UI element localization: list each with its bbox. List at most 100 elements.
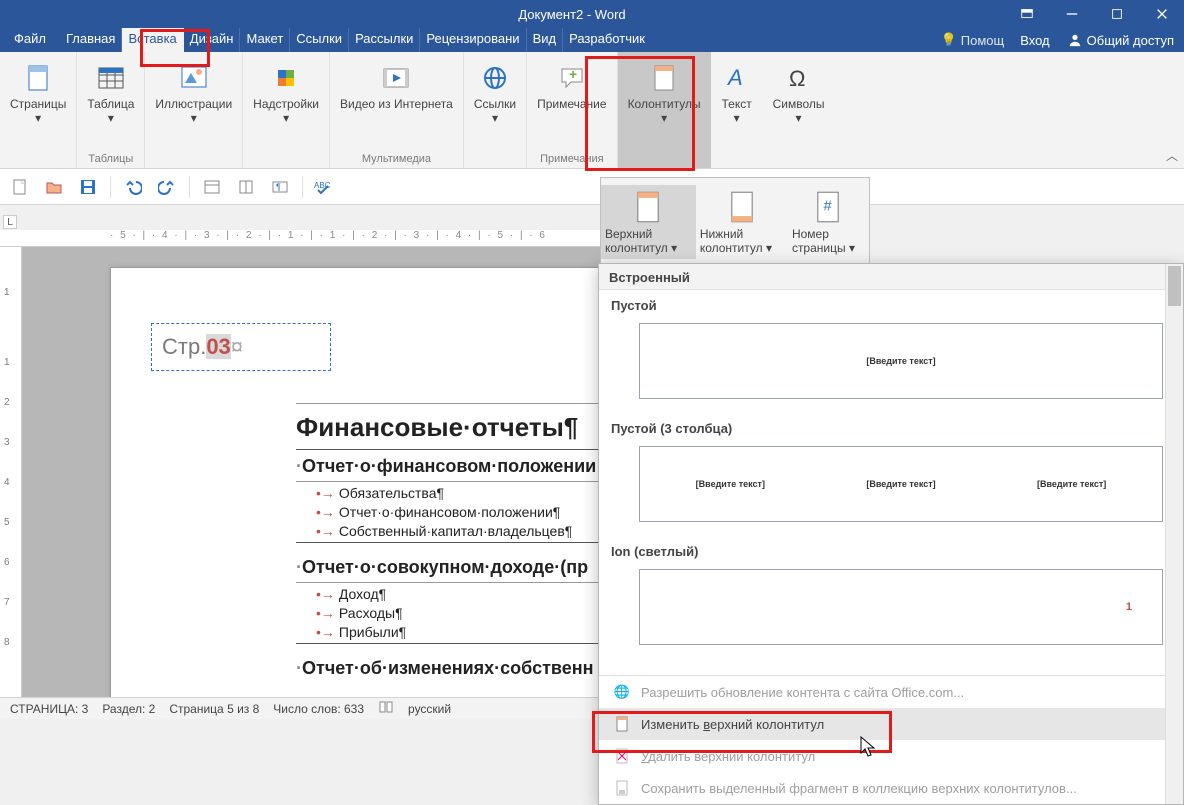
gallery-delete-header[interactable]: Удалить верхний колонтитул	[599, 740, 1165, 772]
document-body[interactable]: Финансовые·отчеты¶ ·Отчет·о·финансовом·п…	[296, 400, 600, 683]
save-button[interactable]	[76, 175, 100, 199]
tab-layout[interactable]: Макет	[240, 28, 290, 52]
close-button[interactable]	[1139, 0, 1184, 28]
header-gallery-dropdown: Встроенный Пустой [Введите текст] Пустой…	[598, 263, 1184, 805]
page-header: Стр.03¤	[151, 323, 331, 383]
page-icon	[613, 715, 631, 733]
table-icon	[95, 62, 127, 94]
help-button[interactable]: 💡Помощ	[933, 32, 1013, 48]
title-bar: Документ2 - Word	[0, 0, 1184, 28]
page-number-dropdown[interactable]: # Номер страницы ▾	[788, 185, 869, 259]
quick-access-toolbar: ¶ ABC	[0, 169, 1184, 205]
header-footer-submenu: Верхний колонтитул ▾ Нижний колонтитул ▾…	[600, 177, 870, 266]
symbols-button[interactable]: Ω Символы▾	[767, 56, 831, 128]
table-button[interactable]: Таблица▾	[81, 56, 140, 128]
new-doc-button[interactable]	[8, 175, 32, 199]
tab-developer[interactable]: Разработчик	[563, 28, 651, 52]
qat-btn-1[interactable]	[200, 175, 224, 199]
svg-text:ABC: ABC	[314, 181, 331, 190]
login-button[interactable]: Вход	[1014, 30, 1055, 51]
video-icon	[380, 62, 412, 94]
pages-button[interactable]: Страницы▾	[4, 56, 72, 128]
save-gallery-icon	[613, 779, 631, 797]
header-page-text: Стр.03¤	[162, 334, 243, 359]
doc-heading-1: Финансовые·отчеты¶	[296, 412, 600, 443]
pages-icon	[22, 62, 54, 94]
delete-page-icon	[613, 747, 631, 765]
svg-text:¶: ¶	[276, 182, 281, 192]
doc-heading-2b: ·Отчет·о·совокупном·доходе·(пр	[296, 557, 600, 578]
open-button[interactable]	[42, 175, 66, 199]
comments-group-label: Примечания	[540, 153, 604, 168]
ribbon: Страницы▾ Таблица▾ Таблицы Иллюстрации▾ …	[0, 52, 1184, 169]
collapse-ribbon-icon[interactable]: ︿	[1166, 147, 1178, 164]
pageno-icon: #	[808, 189, 848, 225]
document-area: 1 1 2 3 4 5 6 7 8 Стр.03¤ Финансовые·отч…	[0, 247, 600, 698]
tab-review[interactable]: Рецензировани	[420, 28, 526, 52]
qat-btn-2[interactable]	[234, 175, 258, 199]
status-page-of[interactable]: Страница 5 из 8	[169, 702, 259, 716]
gallery-scrollbar[interactable]	[1165, 264, 1183, 804]
status-bar: СТРАНИЦА: 3 Раздел: 2 Страница 5 из 8 Чи…	[0, 697, 600, 719]
spellcheck-button[interactable]: ABC	[313, 175, 337, 199]
gallery-more-office[interactable]: 🌐 Разрешить обновление контента с сайта …	[599, 676, 1165, 708]
ruler-origin: L	[3, 215, 17, 229]
status-words[interactable]: Число слов: 633	[273, 702, 364, 716]
symbol-icon: Ω	[783, 62, 815, 94]
window-title: Документ2 - Word	[140, 7, 1004, 22]
illustrations-icon	[178, 62, 210, 94]
maximize-button[interactable]	[1094, 0, 1139, 28]
gallery-item-empty3[interactable]: [Введите текст] [Введите текст] [Введите…	[639, 446, 1163, 522]
media-group-label: Мультимедиа	[362, 153, 431, 168]
gallery-edit-header[interactable]: Изменить верхний колонтитул	[599, 708, 1165, 740]
vertical-ruler[interactable]: 1 1 2 3 4 5 6 7 8	[0, 247, 22, 698]
status-page[interactable]: СТРАНИЦА: 3	[10, 702, 88, 716]
links-icon	[479, 62, 511, 94]
tab-view[interactable]: Вид	[527, 28, 564, 52]
doc-heading-2c: ·Отчет·об·изменениях·собственн	[296, 658, 600, 679]
gallery-item-empty[interactable]: [Введите текст]	[639, 323, 1163, 399]
header-icon	[648, 62, 680, 94]
text-icon: A	[721, 62, 753, 94]
tab-home[interactable]: Главная	[60, 28, 122, 52]
svg-text:+: +	[569, 66, 577, 82]
status-language[interactable]: русский	[408, 702, 451, 716]
status-proofing[interactable]	[378, 699, 394, 718]
status-section[interactable]: Раздел: 2	[102, 702, 155, 716]
share-icon: +	[1068, 33, 1082, 47]
redo-button[interactable]	[155, 175, 179, 199]
ribbon-tabs: Файл Главная Вставка Дизайн Макет Ссылки…	[0, 28, 1184, 52]
svg-text:#: #	[824, 198, 833, 214]
gallery-section-builtin: Встроенный	[599, 264, 1183, 290]
illustrations-button[interactable]: Иллюстрации▾	[149, 56, 238, 128]
share-button[interactable]: + Общий доступ	[1058, 30, 1184, 51]
ribbon-options-icon[interactable]	[1004, 0, 1049, 28]
undo-button[interactable]	[121, 175, 145, 199]
text-button[interactable]: A Текст▾	[715, 56, 759, 128]
addins-icon	[270, 62, 302, 94]
headers-footers-button[interactable]: Колонтитулы▾	[622, 56, 707, 128]
links-button[interactable]: Ссылки▾	[468, 56, 522, 128]
gallery-save-selection[interactable]: Сохранить выделенный фрагмент в коллекци…	[599, 772, 1165, 804]
video-button[interactable]: Видео из Интернета	[334, 56, 459, 114]
comment-button[interactable]: + Примечание	[531, 56, 612, 114]
gallery-item-ion-label: Ion (светлый)	[599, 536, 1183, 563]
tab-mailings[interactable]: Рассылки	[349, 28, 420, 52]
page[interactable]: Стр.03¤ Финансовые·отчеты¶ ·Отчет·о·фина…	[110, 267, 600, 698]
gallery-item-empty3-label: Пустой (3 столбца)	[599, 413, 1183, 440]
tab-design[interactable]: Дизайн	[184, 28, 241, 52]
gallery-item-ion[interactable]: 1	[639, 569, 1163, 645]
cursor-icon	[860, 736, 878, 758]
minimize-button[interactable]	[1049, 0, 1094, 28]
header-dropdown[interactable]: Верхний колонтитул ▾	[601, 185, 696, 259]
qat-btn-3[interactable]: ¶	[268, 175, 292, 199]
doc-heading-2a: ·Отчет·о·финансовом·положении	[296, 456, 600, 477]
footer-page-icon	[722, 189, 762, 225]
addins-button[interactable]: Надстройки▾	[247, 56, 325, 128]
horizontal-ruler[interactable]: · 5 · | · 4 · | · 3 · | · 2 · | · 1 · | …	[0, 230, 600, 247]
tab-file[interactable]: Файл	[0, 28, 60, 52]
tables-group-label: Таблицы	[88, 153, 133, 168]
tab-references[interactable]: Ссылки	[290, 28, 349, 52]
footer-dropdown[interactable]: Нижний колонтитул ▾	[696, 185, 788, 259]
tab-insert[interactable]: Вставка	[122, 28, 183, 52]
